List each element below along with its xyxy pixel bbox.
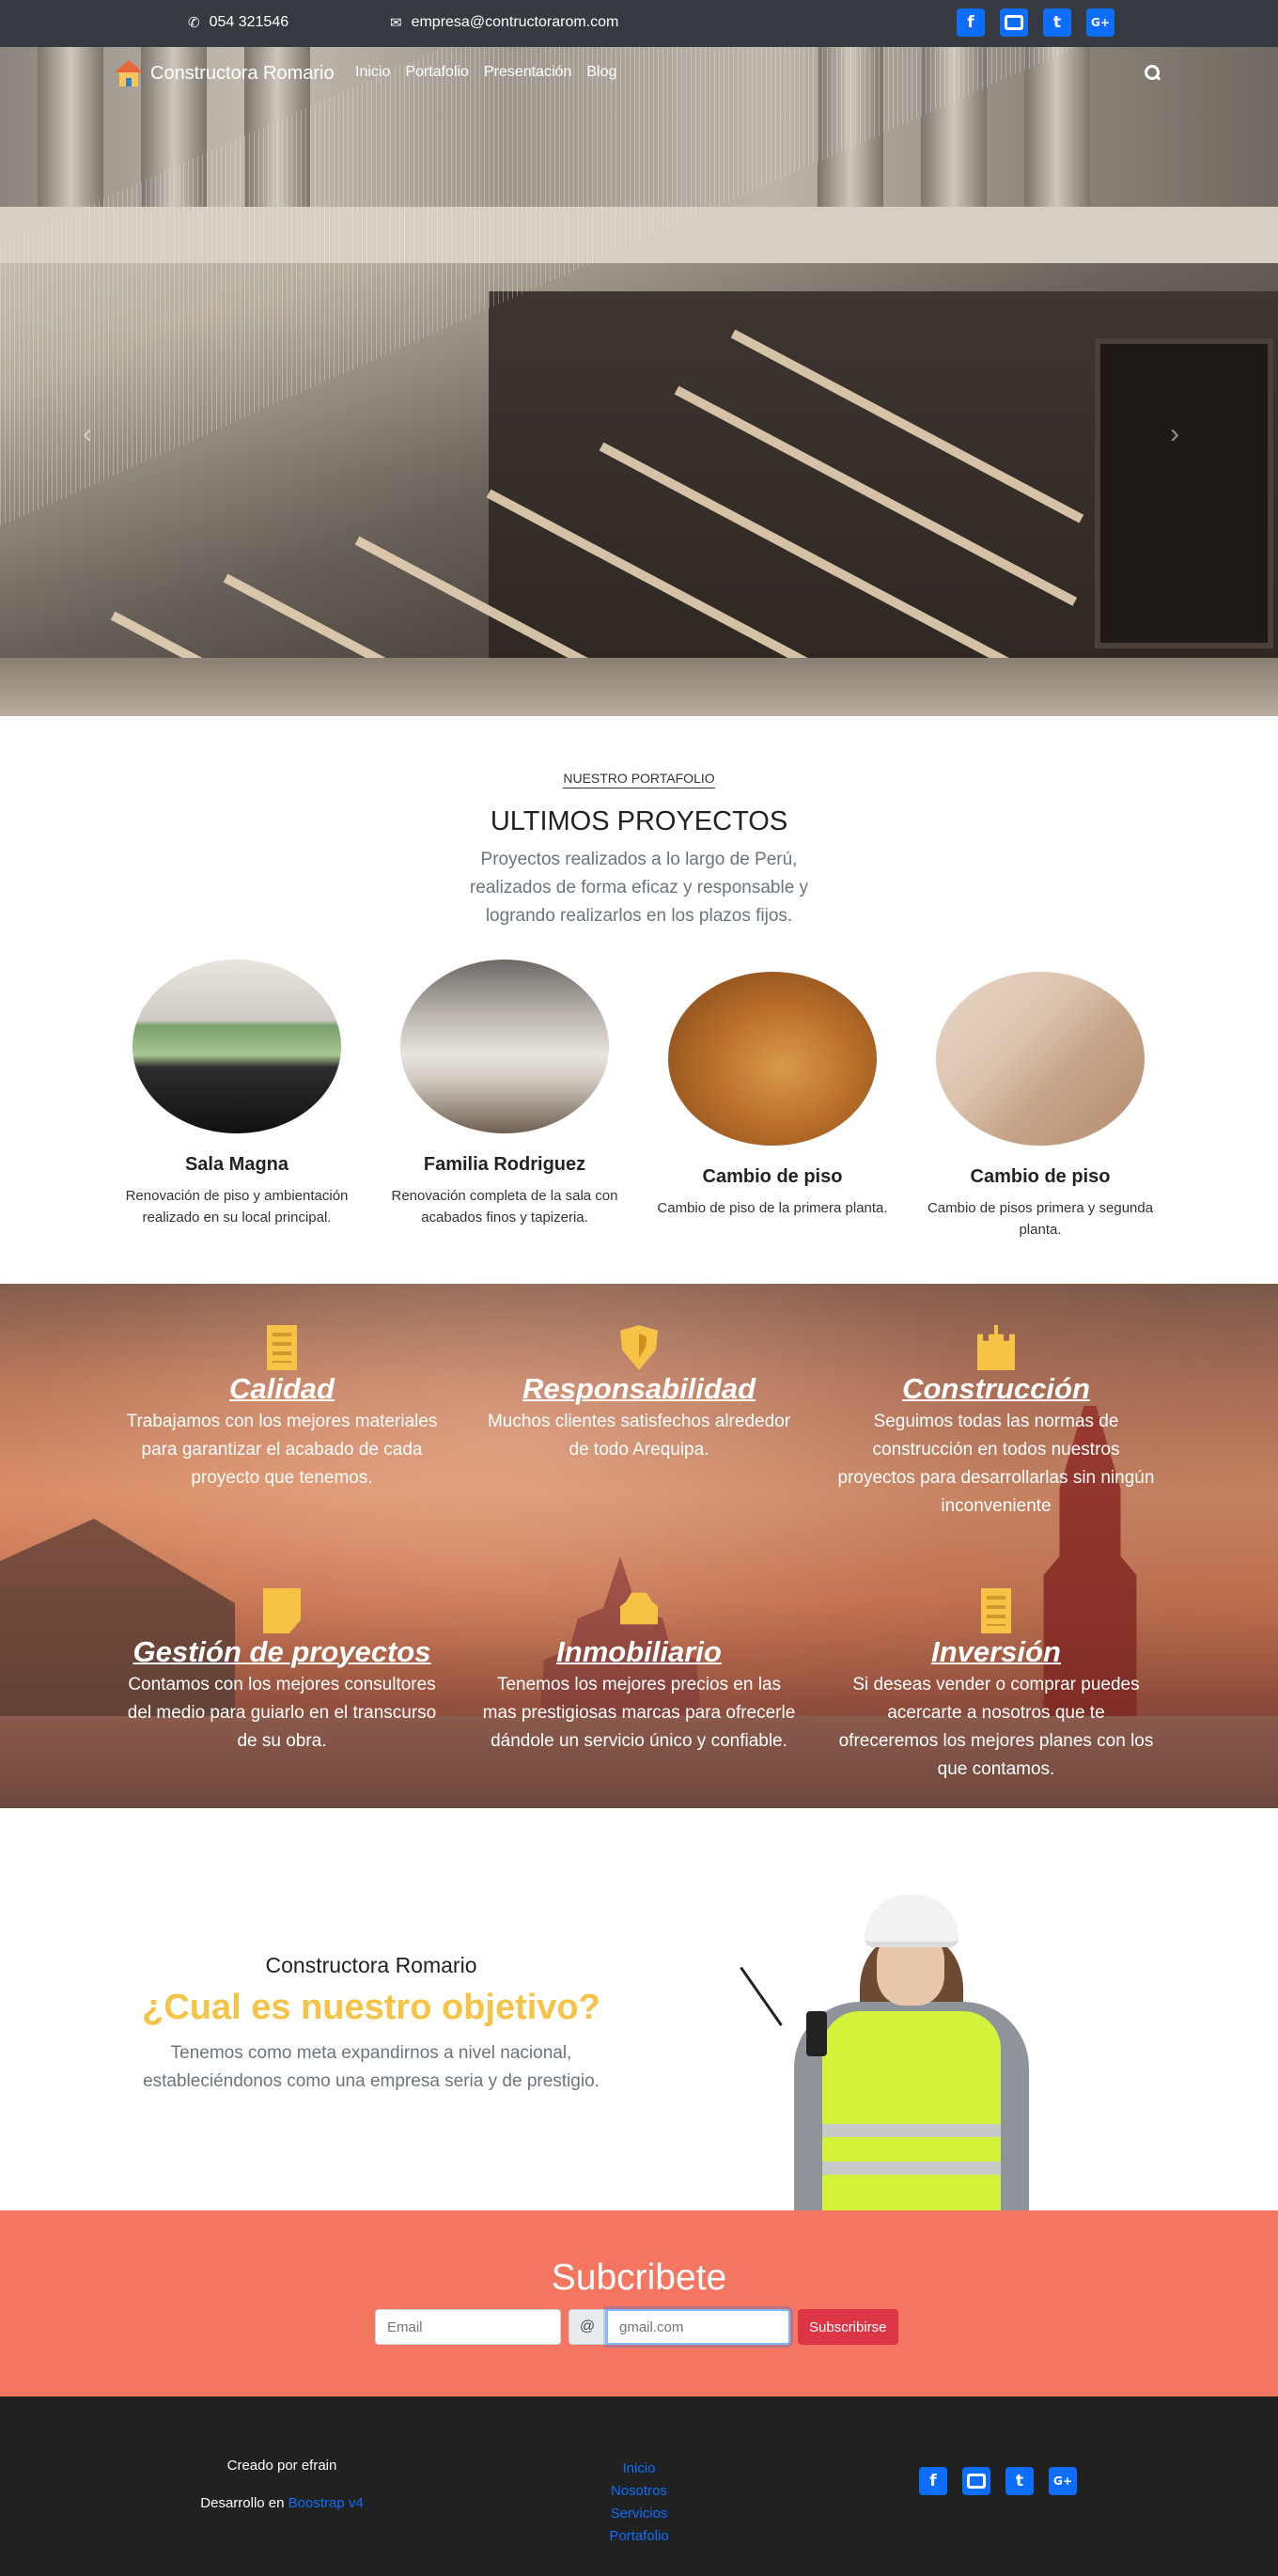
email-input[interactable] bbox=[375, 2309, 561, 2345]
features-section: Calidad Trabajamos con los mejores mater… bbox=[0, 1284, 1278, 1808]
feature-text: Contamos con los mejores consultores del… bbox=[127, 1675, 437, 1751]
subscribe-form: @ Subscribirse bbox=[375, 2309, 898, 2345]
feature-title: Inversión bbox=[931, 1635, 1061, 1668]
feature-text: Seguimos todas las normas de construcció… bbox=[837, 1412, 1155, 1516]
car-icon bbox=[620, 1592, 658, 1625]
feature-item: Calidad Trabajamos con los mejores mater… bbox=[122, 1325, 442, 1492]
nav-link-portafolio[interactable]: Portafolio bbox=[405, 64, 469, 81]
twitter-icon[interactable]: t bbox=[1043, 8, 1071, 37]
domain-input[interactable] bbox=[606, 2309, 790, 2345]
subscribe-button[interactable]: Subscribirse bbox=[798, 2309, 898, 2345]
hero-carousel: ‹ › bbox=[0, 47, 1278, 716]
footer-links: Inicio Nosotros Servicios Portafolio bbox=[545, 2458, 733, 2548]
project-title: Cambio de piso bbox=[702, 1166, 843, 1187]
bootstrap-link[interactable]: Boostrap v4 bbox=[288, 2495, 364, 2511]
twitter-icon[interactable]: t bbox=[1005, 2467, 1034, 2495]
project-title: Sala Magna bbox=[184, 1154, 289, 1175]
youtube-icon[interactable] bbox=[1000, 8, 1028, 37]
project-text: Renovación de piso y ambientación realiz… bbox=[125, 1188, 349, 1226]
project-photo bbox=[400, 960, 609, 1133]
envelope-icon: ✉ bbox=[390, 15, 402, 31]
email-contact: ✉ empresa@contructorarom.com bbox=[390, 14, 618, 31]
feature-item: Gestión de proyectos Contamos con los me… bbox=[122, 1588, 442, 1756]
hero-image-floor bbox=[0, 658, 1278, 716]
feature-title: Responsabilidad bbox=[522, 1372, 756, 1405]
project-photo bbox=[936, 972, 1145, 1146]
project-title: Familia Rodriguez bbox=[423, 1154, 586, 1175]
objective-brand: Constructora Romario bbox=[265, 1953, 477, 1977]
footer-credit: Creado por efrain bbox=[226, 2458, 337, 2474]
phone-icon: ✆ bbox=[188, 15, 200, 31]
carousel-prev-icon[interactable]: ‹ bbox=[83, 418, 92, 450]
objective-title: ¿Cual es nuestro objetivo? bbox=[142, 1988, 600, 2027]
project-card[interactable]: Cambio de piso Cambio de pisos primera y… bbox=[918, 972, 1162, 1241]
carousel-next-icon[interactable]: › bbox=[1170, 418, 1179, 450]
project-photo bbox=[132, 960, 341, 1133]
youtube-icon[interactable] bbox=[962, 2467, 990, 2495]
footer-link-portafolio[interactable]: Portafolio bbox=[545, 2525, 733, 2548]
email-address: empresa@contructorarom.com bbox=[411, 14, 619, 30]
footer-link-servicios[interactable]: Servicios bbox=[545, 2503, 733, 2525]
subscribe-title: Subcribete bbox=[551, 2257, 727, 2298]
castle-icon bbox=[977, 1325, 1015, 1370]
subscribe-section: Subcribete @ Subscribirse bbox=[0, 2210, 1278, 2396]
navbar: Constructora Romario Inicio Portafolio P… bbox=[0, 47, 1278, 100]
feature-item: Responsabilidad Muchos clientes satisfec… bbox=[479, 1325, 799, 1464]
feature-item: Inversión Si deseas vender o comprar pue… bbox=[836, 1588, 1156, 1784]
nav-link-inicio[interactable]: Inicio bbox=[355, 64, 390, 81]
hero-image-door bbox=[1095, 338, 1273, 648]
portfolio-kicker: NUESTRO PORTAFOLIO bbox=[0, 771, 1278, 788]
feature-title: Construcción bbox=[902, 1372, 1090, 1405]
feature-title: Inmobiliario bbox=[556, 1635, 722, 1668]
nav-link-blog[interactable]: Blog bbox=[586, 64, 616, 81]
project-text: Cambio de piso de la primera planta. bbox=[657, 1200, 888, 1216]
feature-item: Inmobiliario Tenemos los mejores precios… bbox=[479, 1588, 799, 1756]
phone-number: 054 321546 bbox=[209, 14, 289, 30]
building-icon bbox=[267, 1325, 297, 1370]
footer-link-inicio[interactable]: Inicio bbox=[545, 2458, 733, 2480]
google-plus-icon[interactable]: G+ bbox=[1086, 8, 1114, 37]
footer-link-nosotros[interactable]: Nosotros bbox=[545, 2480, 733, 2503]
feature-title: Gestión de proyectos bbox=[132, 1635, 431, 1668]
shield-icon bbox=[620, 1325, 658, 1370]
facebook-icon[interactable]: f bbox=[957, 8, 985, 37]
feature-text: Tenemos los mejores precios en las mas p… bbox=[482, 1675, 796, 1751]
search-icon[interactable] bbox=[1145, 65, 1161, 82]
footer-dev-label: Desarrollo en bbox=[200, 2495, 285, 2511]
google-plus-icon[interactable]: G+ bbox=[1049, 2467, 1077, 2495]
footer: Creado por efrain Desarrollo en Boostrap… bbox=[0, 2396, 1278, 2576]
brand-name: Constructora Romario bbox=[150, 62, 335, 84]
phone-contact: ✆ 054 321546 bbox=[188, 14, 288, 31]
feature-item: Construcción Seguimos todas las normas d… bbox=[836, 1325, 1156, 1521]
facebook-icon[interactable]: f bbox=[919, 2467, 947, 2495]
feature-title: Calidad bbox=[229, 1372, 335, 1405]
project-card[interactable]: Familia Rodriguez Renovación completa de… bbox=[382, 960, 627, 1228]
footer-dev: Desarrollo en Boostrap v4 bbox=[141, 2495, 423, 2511]
project-title: Cambio de piso bbox=[970, 1166, 1111, 1187]
nav-link-presentacion[interactable]: Presentación bbox=[484, 64, 571, 81]
feature-text: Si deseas vender o comprar puedes acerca… bbox=[838, 1675, 1154, 1779]
top-bar: ✆ 054 321546 ✉ empresa@contructorarom.co… bbox=[0, 0, 1278, 47]
brand[interactable]: Constructora Romario bbox=[115, 60, 335, 86]
objective-description: Tenemos como meta expandirnos a nivel na… bbox=[143, 2043, 600, 2091]
footer-social-links: f t G+ bbox=[919, 2467, 1077, 2495]
project-card[interactable]: Sala Magna Renovación de piso y ambienta… bbox=[115, 960, 359, 1228]
project-card[interactable]: Cambio de piso Cambio de piso de la prim… bbox=[650, 972, 895, 1219]
project-text: Cambio de pisos primera y segunda planta… bbox=[927, 1200, 1154, 1238]
project-text: Renovación completa de la sala con acaba… bbox=[391, 1188, 618, 1226]
house-logo-icon bbox=[115, 60, 143, 86]
worker-image bbox=[740, 1889, 1052, 2210]
project-photo bbox=[668, 972, 877, 1146]
feature-text: Muchos clientes satisfechos alrededor de… bbox=[487, 1412, 791, 1460]
building-icon bbox=[981, 1588, 1011, 1633]
nav-links: Inicio Portafolio Presentación Blog bbox=[355, 64, 616, 81]
top-social-links: f t G+ bbox=[957, 8, 1114, 37]
portfolio-description: Proyectos realizados a lo largo de Perú,… bbox=[469, 850, 809, 926]
feature-text: Trabajamos con los mejores materiales pa… bbox=[126, 1412, 438, 1488]
sticky-note-icon bbox=[263, 1588, 301, 1633]
portfolio-title: ULTIMOS PROYECTOS bbox=[490, 806, 788, 836]
at-addon: @ bbox=[569, 2309, 606, 2345]
